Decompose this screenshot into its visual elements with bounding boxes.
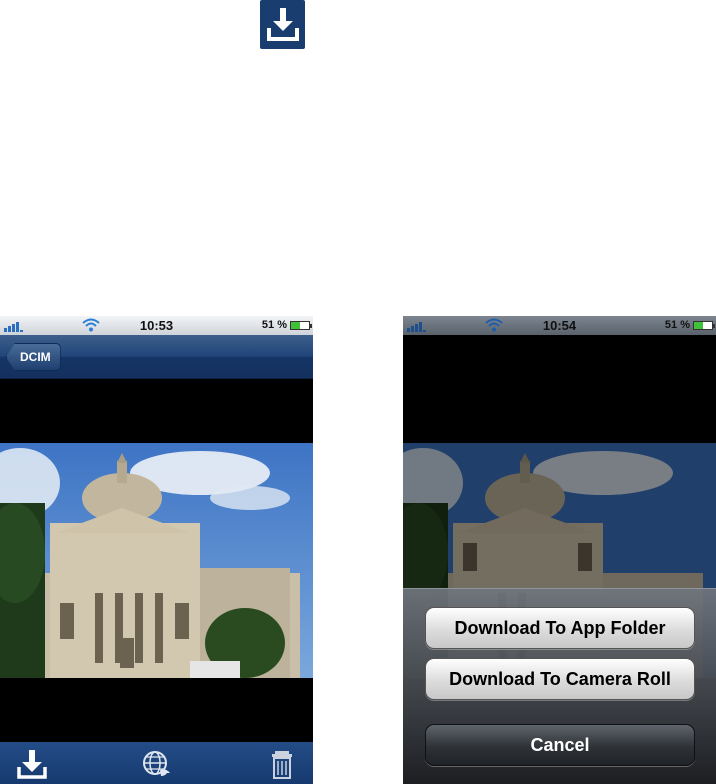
download-action-screen: 10:54 51 % Download To App Folder Downlo… <box>403 316 716 784</box>
action-sheet: Download To App Folder Download To Camer… <box>403 588 716 784</box>
battery-percentage: 51 % <box>261 319 287 331</box>
battery-icon <box>693 321 715 330</box>
download-to-app-folder-button[interactable]: Download To App Folder <box>425 607 695 649</box>
navigation-bar: DCIM <box>0 335 313 379</box>
download-to-camera-roll-button[interactable]: Download To Camera Roll <box>425 658 695 700</box>
status-bar: 10:53 51 % <box>0 316 313 335</box>
battery-percentage: 51 % <box>664 319 690 331</box>
globe-share-icon[interactable] <box>140 748 174 780</box>
download-icon[interactable] <box>15 748 49 780</box>
cancel-button[interactable]: Cancel <box>425 724 695 766</box>
photo-image[interactable] <box>0 443 313 678</box>
battery-icon <box>290 321 312 330</box>
photo-viewer-screen: 10:53 51 % DCIM <box>0 316 313 784</box>
download-icon <box>260 0 305 49</box>
status-bar: 10:54 51 % <box>403 316 716 335</box>
back-button-dcim[interactable]: DCIM <box>6 343 61 371</box>
trash-icon[interactable] <box>266 748 300 780</box>
bottom-toolbar <box>0 742 313 784</box>
